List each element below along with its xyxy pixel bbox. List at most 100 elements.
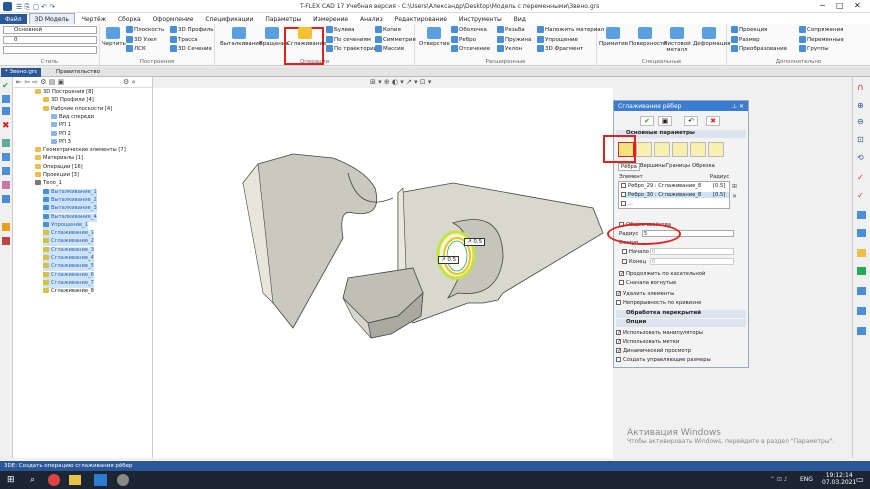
tree-item[interactable]: Сглаживание_4 xyxy=(43,255,94,263)
spring-button[interactable]: Пружина xyxy=(497,36,531,43)
thread-button[interactable]: Резьба xyxy=(497,26,525,33)
lcs-button[interactable]: ЛСК xyxy=(126,45,146,52)
fillet-mode-icon[interactable] xyxy=(672,142,688,157)
tab-zveno[interactable]: * Звено.grs xyxy=(1,68,41,77)
extrude-button[interactable]: Выталкивание xyxy=(220,27,262,47)
checkbox-checked[interactable]: ✓ xyxy=(616,339,621,345)
tool-icon[interactable] xyxy=(2,195,10,203)
tab-edges[interactable]: Рёбра xyxy=(618,163,640,171)
panel-cancel-button[interactable]: ✖ xyxy=(706,116,720,126)
tree-item[interactable]: Проекции [3] xyxy=(35,172,79,180)
tree-item[interactable]: Геометрические элементы [7] xyxy=(35,147,126,155)
section-overlap[interactable]: Обработка перекрытий xyxy=(616,310,746,318)
notifications-icon[interactable]: ▭ xyxy=(856,475,864,484)
fillet-mode-icon[interactable] xyxy=(690,142,706,157)
tree-item[interactable]: РП 3 xyxy=(51,138,71,147)
view-icon[interactable] xyxy=(857,249,866,257)
style-combo[interactable]: Основной xyxy=(3,26,97,34)
mates-button[interactable]: Сопряжения xyxy=(799,26,843,33)
copy-button[interactable]: Копия xyxy=(375,26,401,33)
rotate-icon[interactable]: ⟲ xyxy=(857,153,864,162)
projection-button[interactable]: Проекция xyxy=(731,26,767,33)
view-icon[interactable] xyxy=(857,267,866,275)
tree-item[interactable]: Рабочие плоскости [4] xyxy=(43,105,112,114)
3d-profile-button[interactable]: 3D Профиль xyxy=(170,26,214,33)
edge-row[interactable]: ... xyxy=(621,201,633,207)
tab-other[interactable]: Правительство xyxy=(52,68,104,77)
tree-item[interactable]: Сглаживание_5 xyxy=(43,263,94,272)
search-icon[interactable]: ⌕ xyxy=(30,475,35,485)
tree-item[interactable]: Сглаживание_3 xyxy=(43,246,94,255)
boolean-button[interactable]: Булева xyxy=(326,26,355,33)
view-icon[interactable] xyxy=(857,327,866,335)
view-icon[interactable] xyxy=(857,307,866,315)
tree-item[interactable]: РП 1 xyxy=(51,122,71,130)
end-field[interactable]: Конец xyxy=(622,259,646,265)
option-dynamic-preview[interactable]: ✓ Динамический просмотр xyxy=(616,348,691,354)
check-icon[interactable]: ✓ xyxy=(857,173,864,182)
tree-item[interactable]: 3D Построения [8] xyxy=(35,89,93,97)
windows-start-icon[interactable]: ⊞ xyxy=(7,475,15,485)
checkbox-checked[interactable]: ✓ xyxy=(616,291,621,297)
fillet-mode-icon[interactable] xyxy=(636,142,652,157)
zoom-in-icon[interactable]: ⊕ xyxy=(857,101,864,110)
checkbox[interactable] xyxy=(616,357,621,362)
line-combo[interactable] xyxy=(3,46,97,54)
deformation-button[interactable]: Деформация xyxy=(693,27,730,47)
cut-button[interactable]: Отсечение xyxy=(451,45,490,52)
option-driving-dims[interactable]: Создать управляющие размеры xyxy=(616,357,711,363)
tree-item[interactable]: Выталкивание_2 xyxy=(43,196,97,205)
check-icon[interactable]: ✓ xyxy=(857,191,864,200)
tree-item[interactable]: Сглаживание_6 xyxy=(43,271,94,280)
panel-ok-button[interactable]: ✔ xyxy=(640,116,654,126)
cancel-icon[interactable]: ✖ xyxy=(2,121,10,131)
tree-nav-icon[interactable]: ⇤ ⇦ ⇨ ⚙ ▤ ▣ xyxy=(16,78,64,86)
option-tangent[interactable]: ✓ Продолжить по касательной xyxy=(619,271,705,277)
checkbox[interactable] xyxy=(619,280,624,285)
checkbox-checked[interactable]: ✓ xyxy=(619,271,624,277)
rib-button[interactable]: Ребро xyxy=(451,36,476,43)
mirror-button[interactable]: Симметрия xyxy=(375,36,416,43)
simplify-button[interactable]: Упрощение xyxy=(537,36,578,43)
ok-icon[interactable]: ✔ xyxy=(2,81,9,90)
primitive-button[interactable]: Примитив xyxy=(599,27,628,47)
tree-item[interactable]: Упрощение_1 xyxy=(43,221,88,230)
checkbox[interactable] xyxy=(616,300,621,305)
list-delete-icon[interactable]: ✕ xyxy=(732,193,737,200)
explorer-icon[interactable] xyxy=(69,475,81,485)
revolve-button[interactable]: Вращение xyxy=(259,27,289,47)
apply-material-button[interactable]: Наложить материал xyxy=(537,26,604,33)
fillet-mode-icon[interactable] xyxy=(654,142,670,157)
tab-boundaries[interactable]: Границы xyxy=(664,163,692,169)
edge-row[interactable]: Ребро_29 : Сглаживание_8 xyxy=(621,183,701,189)
hole-button[interactable]: Отверстие xyxy=(419,27,450,47)
start-field[interactable]: Начало xyxy=(622,249,649,255)
quick-access-icon[interactable]: ☰ ⎘ ▢ ↶ ↷ xyxy=(16,3,55,12)
radius-tag-2[interactable]: ↗ 0.5 xyxy=(438,256,460,264)
row-checkbox[interactable] xyxy=(621,192,626,197)
start-input[interactable]: 0 xyxy=(650,248,734,255)
end-input[interactable]: 0 xyxy=(650,258,734,265)
clock[interactable]: 19:12:14 07.03.2021 xyxy=(822,472,856,486)
tool-icon[interactable] xyxy=(2,167,10,175)
tool-icon[interactable] xyxy=(2,181,10,189)
tree-item[interactable]: Операции [16] xyxy=(35,163,83,172)
model-drawing[interactable] xyxy=(153,88,613,458)
plane-button[interactable]: Плоскость xyxy=(126,26,164,33)
panel-preview-button[interactable]: ▣ xyxy=(658,116,672,126)
row-checkbox[interactable] xyxy=(621,183,626,188)
tree-item[interactable]: Выталкивание_1 xyxy=(43,188,97,197)
transform-button[interactable]: Преобразование xyxy=(731,45,787,52)
option-curvature[interactable]: Непрерывность по кривизне xyxy=(616,300,701,306)
panel-pin-icon[interactable]: ⊥ ✕ xyxy=(732,103,744,110)
loft-button[interactable]: По сечениям xyxy=(326,36,371,43)
path-button[interactable]: Трасса xyxy=(170,36,198,43)
3d-node-button[interactable]: 3D Узел xyxy=(126,36,157,43)
surfaces-button[interactable]: Поверхности xyxy=(629,27,667,47)
tool-icon[interactable] xyxy=(2,95,10,103)
magnet-icon[interactable]: ∩ xyxy=(857,83,864,93)
fillet-mode-icon[interactable] xyxy=(708,142,724,157)
view-icon[interactable] xyxy=(857,229,866,237)
draw-button[interactable]: Чертить xyxy=(102,27,126,47)
draft-button[interactable]: Уклон xyxy=(497,45,522,52)
